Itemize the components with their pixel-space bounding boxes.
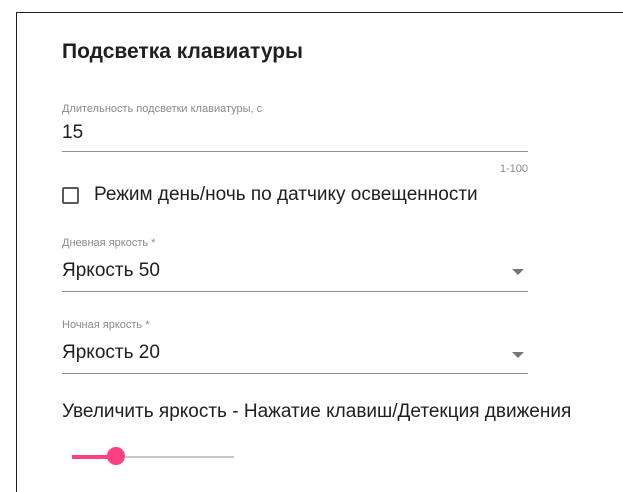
duration-range-hint: 1-100 — [499, 163, 528, 175]
duration-input-underline — [62, 151, 528, 152]
chevron-down-icon[interactable] — [512, 352, 524, 358]
day-brightness-label: Дневная яркость * — [62, 237, 156, 249]
night-brightness-underline — [62, 373, 528, 374]
day-brightness-underline — [62, 291, 528, 292]
brightness-boost-label: Увеличить яркость - Нажатие клавиш/Детек… — [62, 401, 572, 422]
day-brightness-select[interactable]: Яркость 50 — [62, 260, 160, 282]
night-brightness-label: Ночная яркость * — [62, 319, 150, 331]
section-title: Подсветка клавиатуры — [62, 40, 303, 63]
brightness-boost-slider[interactable] — [72, 447, 234, 467]
checkbox-unchecked-icon[interactable] — [62, 186, 79, 204]
day-night-mode-label[interactable]: Режим день/ночь по датчику освещенности — [94, 184, 478, 206]
duration-field-label: Длительность подсветки клавиатуры, с — [62, 103, 263, 115]
duration-input[interactable]: 15 — [62, 122, 83, 144]
chevron-down-icon[interactable] — [512, 269, 524, 275]
night-brightness-select[interactable]: Яркость 20 — [62, 342, 160, 364]
slider-thumb[interactable] — [107, 447, 125, 465]
day-night-mode-option[interactable]: Режим день/ночь по датчику освещенности — [62, 183, 478, 207]
